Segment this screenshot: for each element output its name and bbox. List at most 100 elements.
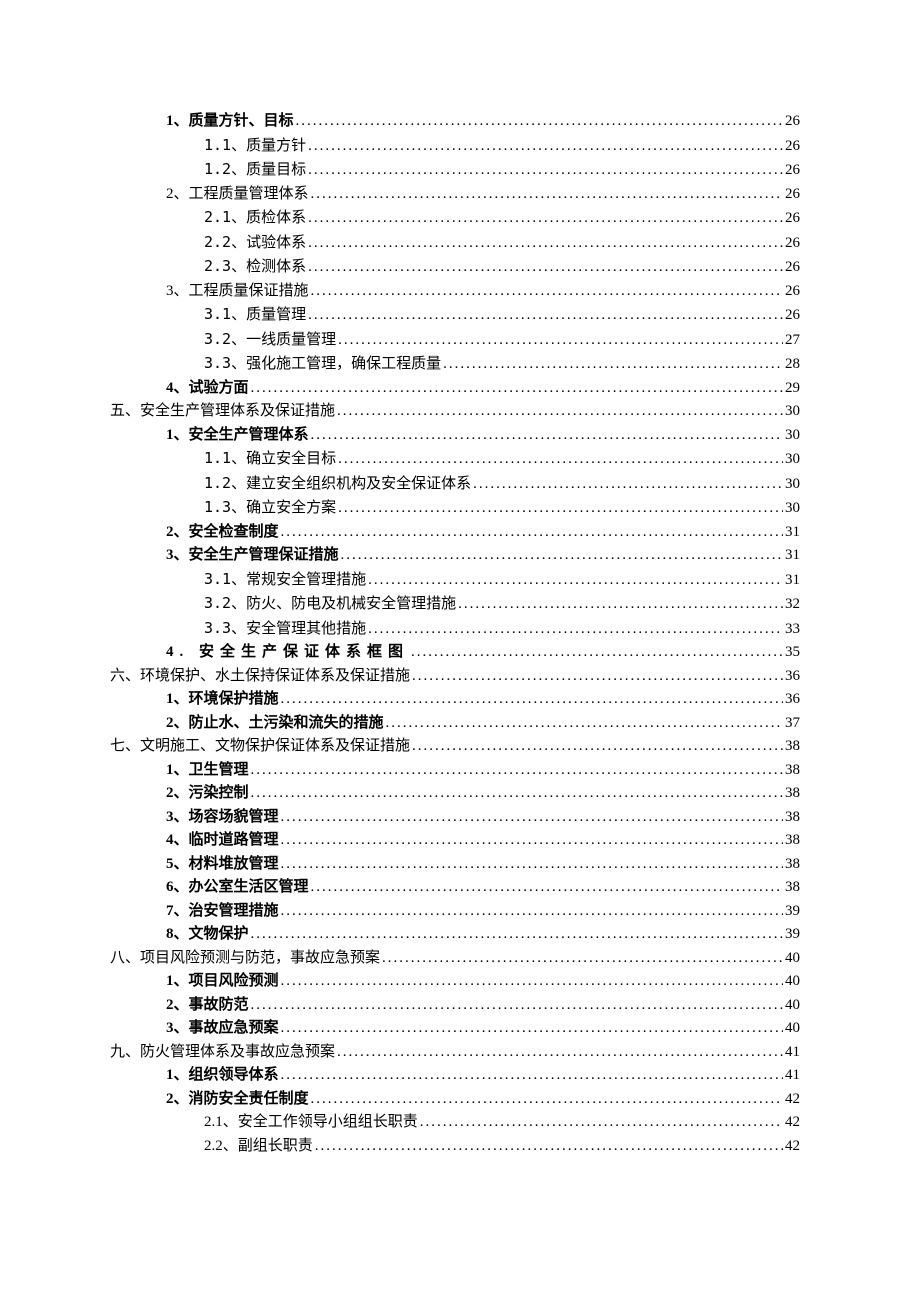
toc-leader-dots xyxy=(308,256,783,280)
toc-entry-label: 1.2、质量目标 xyxy=(204,158,306,182)
toc-leader-dots xyxy=(337,400,783,424)
toc-entry: 3.1、常规安全管理措施 31 xyxy=(110,568,800,593)
toc-entry-page: 31 xyxy=(785,544,800,568)
toc-leader-dots xyxy=(281,900,783,924)
toc-entry: 1、项目风险预测40 xyxy=(110,970,800,994)
toc-entry-page: 32 xyxy=(785,593,800,617)
toc-entry-page: 33 xyxy=(785,618,800,642)
toc-entry-page: 29 xyxy=(785,377,800,401)
toc-entry: 1.3、确立安全方案30 xyxy=(110,496,800,521)
toc-entry-page: 42 xyxy=(785,1111,800,1135)
toc-leader-dots xyxy=(308,304,783,328)
toc-leader-dots xyxy=(368,618,783,642)
toc-leader-dots xyxy=(251,759,783,783)
toc-leader-dots xyxy=(338,448,783,472)
toc-entry: 八、项目风险预测与防范，事故应急预案40 xyxy=(110,947,800,971)
toc-entry: 3.1、质量管理26 xyxy=(110,303,800,328)
toc-entry-label: 1.1、质量方针 xyxy=(204,134,306,158)
toc-leader-dots xyxy=(341,544,783,568)
toc-entry-page: 38 xyxy=(785,876,800,900)
toc-entry-page: 31 xyxy=(785,569,800,593)
toc-entry: 8、文物保护39 xyxy=(110,923,800,947)
toc-entry-label: 1.3、确立安全方案 xyxy=(204,496,336,520)
toc-leader-dots xyxy=(311,424,783,448)
toc-leader-dots xyxy=(251,782,783,806)
toc-entry: 6、办公室生活区管理38 xyxy=(110,876,800,900)
toc-entry-label: 1、安全生产管理体系 xyxy=(166,424,309,448)
toc-leader-dots xyxy=(281,521,783,545)
toc-entry-label: 九、防火管理体系及事故应急预案 xyxy=(110,1041,335,1065)
toc-entry: 5、材料堆放管理38 xyxy=(110,853,800,877)
toc-leader-dots xyxy=(281,970,783,994)
toc-entry-label: 4、临时道路管理 xyxy=(166,829,279,853)
toc-entry: 2、安全检查制度31 xyxy=(110,521,800,545)
toc-leader-dots xyxy=(311,280,783,304)
toc-entry-page: 40 xyxy=(785,994,800,1018)
toc-entry-label: 4、试验方面 xyxy=(166,377,249,401)
toc-entry-page: 39 xyxy=(785,923,800,947)
toc-entry-label: 2、事故防范 xyxy=(166,994,249,1018)
toc-entry: 3、工程质量保证措施26 xyxy=(110,280,800,304)
toc-entry: 4、试验方面 29 xyxy=(110,377,800,401)
toc-entry-page: 27 xyxy=(785,329,800,353)
toc-leader-dots xyxy=(411,641,783,665)
toc-entry-label: 五、安全生产管理体系及保证措施 xyxy=(110,400,335,424)
toc-entry: 2、消防安全责任制度 42 xyxy=(110,1088,800,1112)
toc-entry-label: 4. 安全生产保证体系框图 xyxy=(166,641,409,665)
toc-entry-page: 26 xyxy=(785,207,800,231)
toc-entry: 4. 安全生产保证体系框图35 xyxy=(110,641,800,665)
toc-leader-dots xyxy=(308,135,783,159)
toc-leader-dots xyxy=(412,735,783,759)
toc-entry-label: 3.3、安全管理其他措施 xyxy=(204,617,366,641)
toc-entry-label: 2.2、副组长职责 xyxy=(204,1135,313,1159)
toc-entry-page: 38 xyxy=(785,735,800,759)
toc-entry: 1.1、质量方针 26 xyxy=(110,134,800,159)
toc-entry-label: 3、事故应急预案 xyxy=(166,1017,279,1041)
toc-entry-label: 5、材料堆放管理 xyxy=(166,853,279,877)
toc-entry-label: 1.2、建立安全组织机构及安全保证体系 xyxy=(204,472,471,496)
toc-entry-page: 38 xyxy=(785,759,800,783)
toc-entry: 1.1、确立安全目标30 xyxy=(110,447,800,472)
toc-entry: 3、事故应急预案40 xyxy=(110,1017,800,1041)
toc-entry: 3.3、安全管理其他措施 33 xyxy=(110,617,800,642)
toc-entry-label: 2、防止水、土污染和流失的措施 xyxy=(166,712,384,736)
toc-entry-label: 2、污染控制 xyxy=(166,782,249,806)
toc-entry-page: 30 xyxy=(785,448,800,472)
toc-entry-label: 2、消防安全责任制度 xyxy=(166,1088,309,1112)
toc-entry-label: 2.2、试验体系 xyxy=(204,231,306,255)
toc-entry-page: 41 xyxy=(785,1041,800,1065)
toc-entry: 4、临时道路管理38 xyxy=(110,829,800,853)
toc-leader-dots xyxy=(386,712,783,736)
toc-entry-page: 26 xyxy=(785,256,800,280)
toc-entry-label: 八、项目风险预测与防范，事故应急预案 xyxy=(110,947,380,971)
toc-entry-label: 3.2、一线质量管理 xyxy=(204,328,336,352)
toc-entry-page: 26 xyxy=(785,159,800,183)
toc-leader-dots xyxy=(311,183,783,207)
toc-entry-label: 1、质量方针、目标 xyxy=(166,110,294,134)
toc-entry-page: 42 xyxy=(785,1135,800,1159)
toc-entry-label: 1、卫生管理 xyxy=(166,759,249,783)
toc-entry-label: 3、安全生产管理保证措施 xyxy=(166,544,339,568)
toc-entry-label: 3.2、防火、防电及机械安全管理措施 xyxy=(204,592,456,616)
toc-leader-dots xyxy=(308,207,783,231)
toc-entry-page: 42 xyxy=(785,1088,800,1112)
toc-entry: 2.3、检测体系26 xyxy=(110,255,800,280)
toc-entry: 五、安全生产管理体系及保证措施30 xyxy=(110,400,800,424)
toc-entry-page: 26 xyxy=(785,110,800,134)
toc-leader-dots xyxy=(281,853,783,877)
toc-leader-dots xyxy=(338,329,783,353)
toc-leader-dots xyxy=(338,497,783,521)
toc-entry-page: 26 xyxy=(785,183,800,207)
toc-entry-label: 3.1、常规安全管理措施 xyxy=(204,568,366,592)
toc-entry-page: 30 xyxy=(785,473,800,497)
toc-entry-page: 26 xyxy=(785,135,800,159)
toc-entry: 3.2、防火、防电及机械安全管理措施 32 xyxy=(110,592,800,617)
toc-leader-dots xyxy=(473,473,783,497)
toc-entry-label: 3、场容场貌管理 xyxy=(166,806,279,830)
toc-leader-dots xyxy=(308,232,783,256)
toc-entry-label: 1、项目风险预测 xyxy=(166,970,279,994)
toc-entry: 7、治安管理措施39 xyxy=(110,900,800,924)
toc-entry-page: 26 xyxy=(785,232,800,256)
toc-entry: 1、安全生产管理体系30 xyxy=(110,424,800,448)
toc-leader-dots xyxy=(308,159,783,183)
